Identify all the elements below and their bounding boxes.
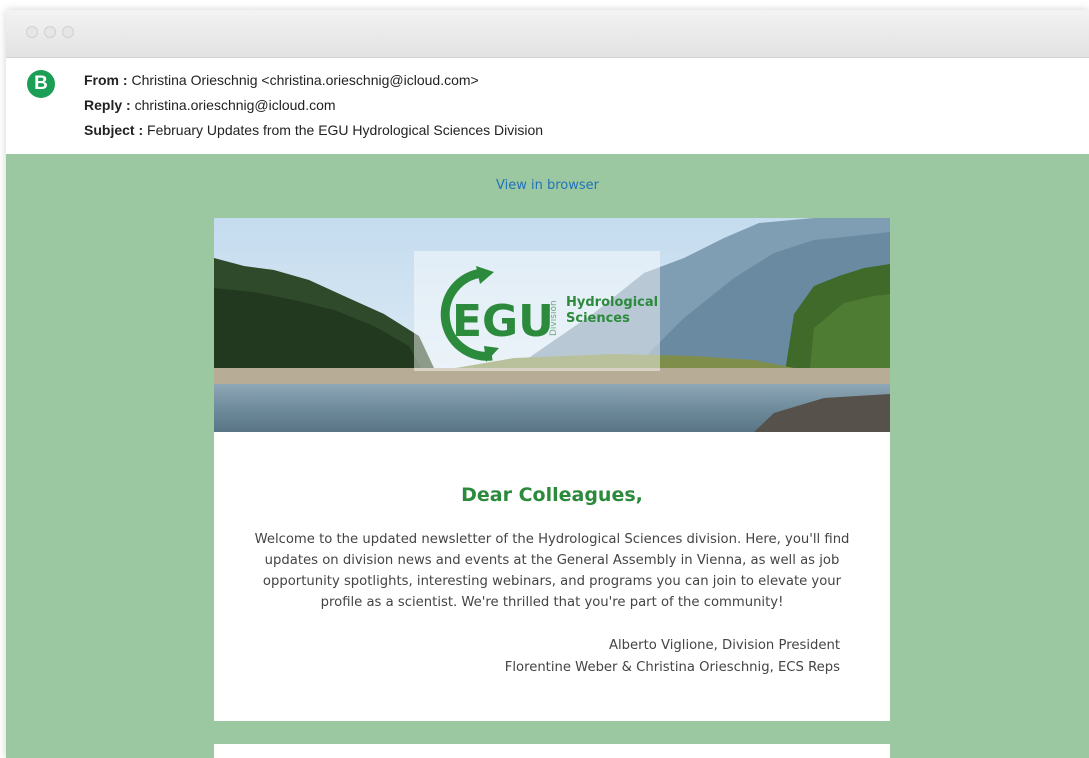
subject-line: Subject : February Updates from the EGU …	[84, 122, 543, 138]
subject-value: February Updates from the EGU Hydrologic…	[147, 122, 544, 138]
reply-label: Reply :	[84, 97, 131, 113]
email-header: B From : Christina Orieschnig <christina…	[6, 58, 1089, 155]
signature-ecs-reps: Florentine Weber & Christina Orieschnig,…	[504, 660, 840, 675]
title-bar	[6, 10, 1089, 58]
logo-line-1: Hydrological	[566, 295, 658, 310]
reply-line: Reply : christina.orieschnig@icloud.com	[84, 97, 336, 113]
subject-label: Subject :	[84, 122, 144, 138]
hero-banner: EGU Division Hydrological Sciences	[214, 218, 890, 432]
close-window-button[interactable]	[26, 26, 38, 38]
next-section-card	[214, 744, 890, 758]
from-line: From : Christina Orieschnig <christina.o…	[84, 72, 479, 88]
from-label: From :	[84, 72, 128, 88]
minimize-window-button[interactable]	[44, 26, 56, 38]
greeting-heading: Dear Colleagues,	[461, 484, 643, 506]
sender-avatar[interactable]: B	[27, 70, 55, 98]
signature-president: Alberto Viglione, Division President	[609, 638, 840, 653]
from-value[interactable]: Christina Orieschnig <christina.orieschn…	[131, 72, 478, 88]
egu-logo-text: EGU	[452, 296, 554, 347]
view-in-browser-link[interactable]: View in browser	[6, 178, 1089, 193]
reply-value[interactable]: christina.orieschnig@icloud.com	[135, 97, 336, 113]
email-window: B From : Christina Orieschnig <christina…	[6, 10, 1089, 758]
logo-line-2: Sciences	[566, 311, 630, 326]
zoom-window-button[interactable]	[62, 26, 74, 38]
newsletter-card: EGU Division Hydrological Sciences Dear …	[214, 218, 890, 721]
intro-paragraph: Welcome to the updated newsletter of the…	[254, 532, 850, 610]
hero-landscape-image: EGU Division Hydrological Sciences	[214, 218, 890, 432]
view-in-browser-text[interactable]: View in browser	[496, 178, 599, 193]
newsletter-body: View in browser EGU Division Hydrologica…	[6, 154, 1089, 758]
logo-division-text: Division	[549, 300, 559, 336]
